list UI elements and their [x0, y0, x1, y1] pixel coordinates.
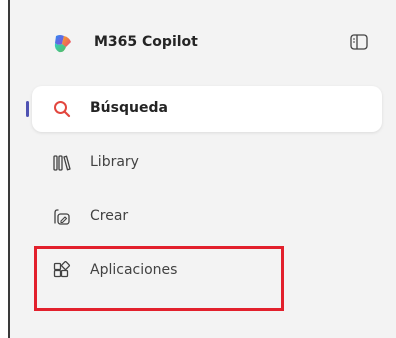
nav-label-aplicaciones: Aplicaciones — [90, 262, 178, 278]
sidebar: M365 Copilot Búsqueda Library Crear Apli… — [10, 0, 396, 338]
sidebar-header: M365 Copilot — [10, 22, 396, 66]
library-icon — [53, 155, 71, 171]
active-indicator — [26, 101, 29, 117]
nav-item-busqueda[interactable]: Búsqueda — [26, 86, 382, 132]
nav-item-crear[interactable]: Crear — [32, 194, 382, 240]
nav-label-library: Library — [90, 154, 139, 170]
app-title: M365 Copilot — [94, 34, 198, 50]
sidebar-panel-toggle-icon[interactable] — [350, 34, 368, 50]
search-icon — [54, 101, 71, 118]
nav-item-aplicaciones[interactable]: Aplicaciones — [32, 248, 382, 294]
create-icon — [54, 209, 70, 225]
apps-icon — [53, 261, 70, 278]
nav-label-crear: Crear — [90, 208, 129, 224]
nav-item-library[interactable]: Library — [32, 140, 382, 186]
m365-copilot-logo-icon — [54, 35, 71, 53]
nav-label-busqueda: Búsqueda — [90, 100, 168, 116]
